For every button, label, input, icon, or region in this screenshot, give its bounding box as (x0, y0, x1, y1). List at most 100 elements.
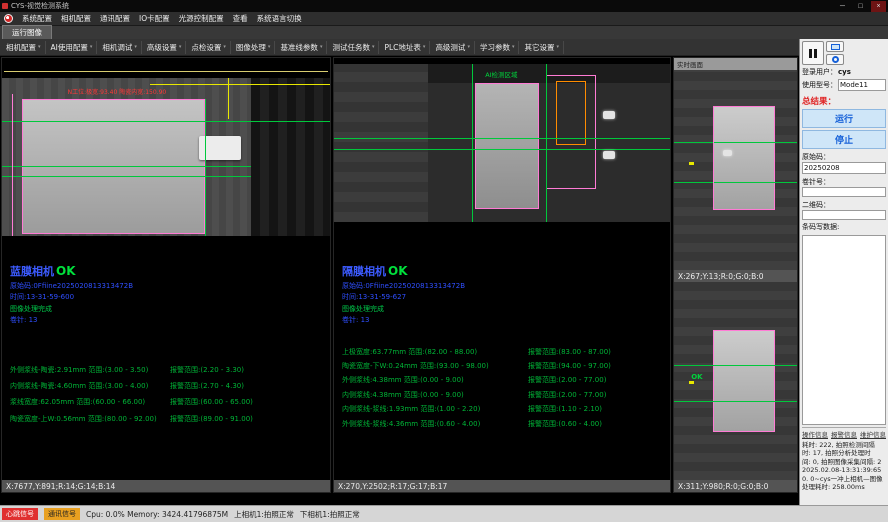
alarm-range-text: 报警范围:(1.10 - 2.10) (528, 405, 664, 414)
tool-advanced-settings[interactable]: 高级设置 (143, 41, 187, 54)
camera-panels: N工位:极宽:93.40 陶瓷内宽:150.90 蓝膜相机OK 原始码:0Ffi… (0, 56, 799, 505)
result-ok: OK (56, 264, 76, 278)
tool-image-processing[interactable]: 图像处理 (232, 41, 276, 54)
result-line: 蓝膜相机OK (10, 263, 324, 280)
sidebar-top-buttons (802, 41, 886, 65)
heartbeat-badge: 心跳信号 (2, 508, 38, 520)
overlay-hline (674, 365, 797, 366)
left-camera-panel: N工位:极宽:93.40 陶瓷内宽:150.90 蓝膜相机OK 原始码:0Ffi… (1, 57, 331, 493)
measurement-text: 外侧浆线-陶瓷:2.91mm 范围:(3.00 - 3.50) (10, 366, 170, 375)
minimize-button[interactable]: ─ (835, 1, 850, 12)
middle-camera-image[interactable]: AI检测区域 (334, 64, 670, 222)
overlay-vline (472, 64, 473, 222)
stop-button[interactable]: 停止 (802, 130, 886, 149)
tool-advanced-test[interactable]: 高级测试 (431, 41, 475, 54)
tab-alarm-info[interactable]: 报警信息 (831, 429, 857, 439)
pin-number-field[interactable] (802, 187, 886, 197)
operation-log: 耗时: 222, 拍照检测间隔 时: 17, 拍照分析处理时 间: 0, 拍照图… (802, 441, 886, 503)
barcode-field-group: 原始码： 20250208 (802, 152, 886, 174)
menu-comm-config[interactable]: 通讯配置 (100, 13, 130, 24)
alarm-range-text: 报警范围:(94.00 - 97.00) (528, 362, 664, 371)
menu-system-config[interactable]: 系统配置 (22, 13, 52, 24)
qr-code-field[interactable] (802, 210, 886, 220)
tool-plc-address[interactable]: PLC地址表 (380, 41, 430, 54)
tab-operation-info[interactable]: 操作信息 (802, 429, 828, 439)
middle-readout: 隔膜相机OK 原始码:0Ffiine2025020813313472B 时间:1… (334, 222, 670, 480)
model-row: 使用型号： Mode11 (802, 79, 886, 91)
overlay-vline (713, 106, 714, 210)
measurement-row: 外侧浆线:4.38mm 范围:(0.00 - 9.00) 报警范围:(2.00 … (342, 376, 664, 385)
camera-name: 隔膜相机 (342, 265, 386, 278)
menu-language-switch[interactable]: 系统语言切换 (257, 13, 302, 24)
gear-icon (832, 56, 839, 63)
bottom-thumbnail-image[interactable]: OK (674, 282, 797, 480)
image-highlight (603, 151, 615, 159)
tool-baseline-params[interactable]: 基准线参数 (276, 41, 327, 54)
overlay-hline (674, 142, 797, 143)
menu-light-config[interactable]: 光源控制配置 (179, 13, 224, 24)
monitor-icon (831, 44, 840, 50)
top-thumbnail-image[interactable] (674, 70, 797, 270)
login-user-value: cys (838, 68, 851, 76)
measurement-row: 内侧浆线:4.38mm 范围:(0.00 - 9.00) 报警范围:(2.00 … (342, 391, 664, 400)
app-icon (2, 3, 8, 9)
sidebar-small-buttons (826, 41, 844, 65)
comm-badge: 通讯信号 (44, 508, 80, 520)
image-dark-region (251, 78, 330, 236)
alarm-range-text: 报警范围:(2.00 - 77.00) (528, 391, 664, 400)
left-camera-image[interactable]: N工位:极宽:93.40 陶瓷内宽:150.90 (2, 78, 330, 236)
qr-field-group: 二维码： (802, 200, 886, 220)
main-content: 相机配置 AI使用配置 相机调试 高级设置 点检设置 图像处理 基准线参数 测试… (0, 39, 799, 505)
upper-camera-status: 上相机1:拍照正常 (234, 509, 294, 520)
measurement-text: 内侧浆线-浆线:1.93mm 范围:(1.00 - 2.20) (342, 405, 528, 414)
pause-icon (809, 49, 817, 58)
overlay-hline (150, 84, 330, 85)
measurement-list: 上极宽度:63.77mm 范围:(82.00 - 88.00) 报警范围:(83… (342, 348, 664, 430)
settings-button[interactable] (826, 54, 844, 65)
tool-learning-params[interactable]: 学习参数 (476, 41, 520, 54)
pause-button[interactable] (802, 41, 824, 65)
measurement-text: 陶瓷宽度-上W:0.56mm 范围:(80.00 - 92.00) (10, 415, 170, 424)
alarm-range-text: 报警范围:(60.00 - 65.00) (170, 398, 324, 407)
measurement-row: 陶瓷宽度-下W:0.24mm 范围:(93.00 - 98.00) 报警范围:(… (342, 362, 664, 371)
tool-ai-config[interactable]: AI使用配置 (47, 41, 98, 54)
model-field[interactable]: Mode11 (838, 79, 886, 91)
menu-view[interactable]: 查看 (233, 13, 248, 24)
overlay-hline (2, 121, 330, 122)
overlay-product-rect (713, 106, 775, 210)
thumbnail-result-ok: OK (691, 373, 702, 381)
measurement-text: 上极宽度:63.77mm 范围:(82.00 - 88.00) (342, 348, 528, 357)
cpu-memory-status: Cpu: 0.0% Memory: 3424.41796875M (86, 510, 228, 519)
toolbar: 相机配置 AI使用配置 相机调试 高级设置 点检设置 图像处理 基准线参数 测试… (0, 39, 799, 56)
tab-row: 运行图像 (0, 26, 888, 39)
process-done-line: 图像处理完成 (342, 305, 664, 314)
pin-field-group: 卷针号： (802, 177, 886, 197)
close-button[interactable]: × (871, 1, 886, 12)
middle-coordinate-bar: X:270,Y:2502;R:17;G:17;B:17 (334, 480, 670, 492)
pin-number-label: 卷针号： (802, 177, 886, 187)
top-thumbnail-coordinate-bar: X:267;Y:13;R:0;G:0;B:0 (674, 270, 797, 282)
barcode-field[interactable]: 20250208 (802, 162, 886, 174)
brand-logo-icon (4, 14, 13, 23)
tool-test-tasks[interactable]: 测试任务数 (328, 41, 379, 54)
barcode-data-list[interactable] (802, 235, 886, 425)
result-ok: OK (388, 264, 408, 278)
alarm-range-text: 报警范围:(83.00 - 87.00) (528, 348, 664, 357)
tab-maintenance-info[interactable]: 维护信息 (860, 429, 886, 439)
run-button[interactable]: 运行 (802, 109, 886, 128)
tool-spot-check[interactable]: 点检设置 (187, 41, 231, 54)
tool-other-settings[interactable]: 其它设置 (520, 41, 564, 54)
pin-line: 卷针: 13 (342, 316, 664, 325)
overlay-marker (689, 162, 694, 165)
menu-camera-config[interactable]: 相机配置 (61, 13, 91, 24)
maximize-button[interactable]: □ (853, 1, 868, 12)
tool-camera-config[interactable]: 相机配置 (2, 41, 46, 54)
measurement-row: 上极宽度:63.77mm 范围:(82.00 - 88.00) 报警范围:(83… (342, 348, 664, 357)
right-sidebar: 登录用户： cys 使用型号： Mode11 总结果： 运行 停止 原始码： 2… (799, 39, 888, 505)
monitor-button[interactable] (826, 41, 844, 52)
tool-camera-debug[interactable]: 相机调试 (98, 41, 142, 54)
tab-run-image[interactable]: 运行图像 (2, 25, 52, 39)
alarm-range-text: 报警范围:(2.00 - 77.00) (528, 376, 664, 385)
menu-io-config[interactable]: IO卡配置 (139, 13, 170, 24)
alarm-range-text: 报警范围:(89.00 - 91.00) (170, 415, 324, 424)
